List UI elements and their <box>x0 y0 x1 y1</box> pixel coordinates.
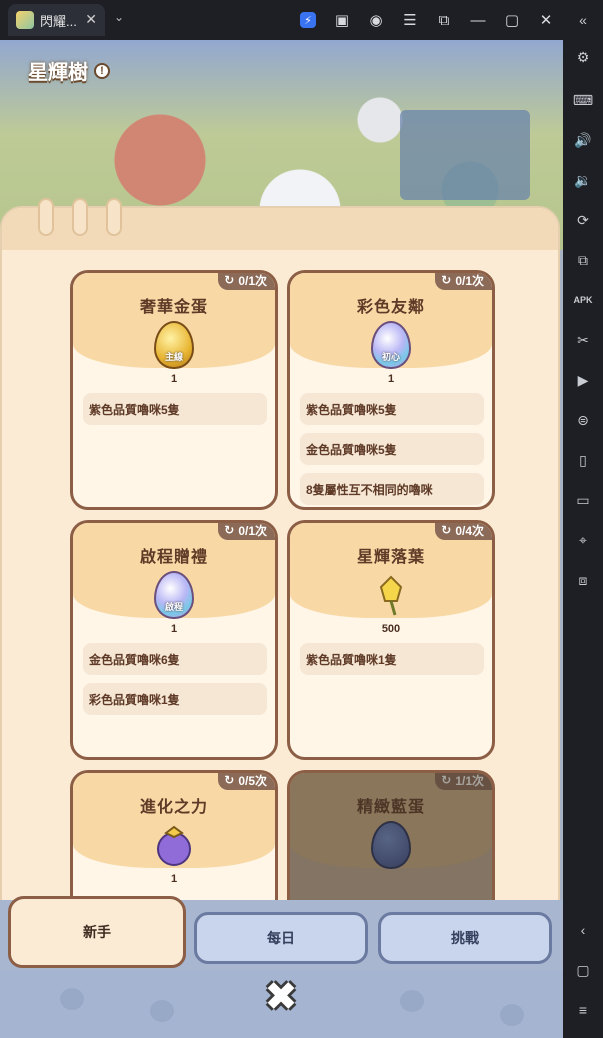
leaf-icon <box>371 571 411 619</box>
paw-print-decoration <box>150 1000 174 1022</box>
app-icon <box>16 11 34 29</box>
binder-ring <box>72 198 88 236</box>
rainbow-egg-icon: 啟程 <box>154 571 194 619</box>
account-icon[interactable]: ◉ <box>359 0 393 40</box>
count-badge: ↻ 0/1次 <box>218 523 275 540</box>
rotate-icon[interactable]: ⟳ <box>563 205 603 235</box>
collapse-icon[interactable]: « <box>563 5 603 35</box>
apk-icon[interactable]: APK <box>563 285 603 315</box>
volume-up-icon[interactable]: 🔊 <box>563 125 603 155</box>
store-icon[interactable]: ▣ <box>325 0 359 40</box>
paw-print-decoration <box>500 1004 524 1026</box>
count-badge: ↻ 0/4次 <box>435 523 492 540</box>
count-badge: ↻ 0/1次 <box>218 273 275 290</box>
scene-decoration <box>400 110 530 200</box>
close-icon[interactable]: ✕ <box>529 0 563 40</box>
shake-icon[interactable]: ▯ <box>563 445 603 475</box>
reward-quantity: 500 <box>381 623 401 635</box>
lightning-icon[interactable]: ⚡ <box>291 0 325 40</box>
app-tab[interactable]: 閃耀... ✕ <box>8 4 105 36</box>
screenshot-icon[interactable]: ⧈ <box>563 565 603 595</box>
card-title: 彩色友鄰 <box>356 299 425 316</box>
quest-card[interactable]: ↻ 0/1次 彩色友鄰 初心 1 紫色品質嚕咪5隻 金色品質嚕咪5隻 8隻屬性互不… <box>287 270 495 510</box>
card-title: 星輝落葉 <box>356 549 425 566</box>
reward-quantity: 1 <box>170 623 178 635</box>
chevron-down-icon[interactable]: ⌄ <box>114 10 124 24</box>
requirement-item: 紫色品質嚕咪1隻 <box>300 643 484 675</box>
paw-print-decoration <box>60 988 84 1010</box>
close-button[interactable]: ✖ <box>262 977 300 1017</box>
keyboard-icon[interactable]: ⌨ <box>563 85 603 115</box>
tab-close-icon[interactable]: ✕ <box>85 11 97 28</box>
count-badge: ↻ 0/1次 <box>435 273 492 290</box>
tab-daily[interactable]: 每日 <box>194 912 368 964</box>
reward-quantity: 1 <box>170 873 178 885</box>
card-title: 啟程贈禮 <box>139 549 208 566</box>
multi-instance-icon[interactable]: ⧉ <box>563 245 603 275</box>
requirement-item: 彩色品質嚕咪1隻 <box>83 683 267 715</box>
count-badge: ↻ 0/5次 <box>218 773 275 790</box>
home-icon[interactable]: ▢ <box>563 955 603 985</box>
reward-quantity: 1 <box>387 373 395 385</box>
card-title: 進化之力 <box>139 799 208 816</box>
page-title: 星輝樹 ! <box>28 56 110 85</box>
maximize-icon[interactable]: ▢ <box>495 0 529 40</box>
tab-newbie[interactable]: 新手 <box>8 896 186 968</box>
titlebar-controls: ⚡ ▣ ◉ ☰ ⧉ — ▢ ✕ <box>291 0 563 40</box>
emulator-sidebar: « ⚙ ⌨ 🔊 🔉 ⟳ ⧉ APK ✂ ▶ ⊜ ▯ ▭ ⌖ ⧈ ‹ ▢ ≡ <box>563 0 603 1038</box>
info-icon[interactable]: ! <box>94 62 110 79</box>
folder-icon[interactable]: ▭ <box>563 485 603 515</box>
quest-card[interactable]: ↻ 0/1次 奢華金蛋 主線 1 紫色品質嚕咪5隻 <box>70 270 278 510</box>
record-icon[interactable]: ▶ <box>563 365 603 395</box>
binder-rings <box>38 198 122 236</box>
screenshot-icon[interactable]: ⧉ <box>427 0 461 40</box>
quest-card[interactable]: ↻ 0/4次 星輝落葉 500 紫色品質嚕咪1隻 <box>287 520 495 760</box>
requirement-item: 紫色品質嚕咪5隻 <box>300 393 484 425</box>
rainbow-egg-icon: 初心 <box>371 321 411 369</box>
requirement-item: 8隻屬性互不相同的嚕咪 <box>300 473 484 505</box>
menu-icon[interactable]: ☰ <box>393 0 427 40</box>
paw-print-decoration <box>400 990 424 1012</box>
recent-icon[interactable]: ≡ <box>563 995 603 1025</box>
tab-challenge[interactable]: 挑戰 <box>378 912 552 964</box>
emulator-titlebar: 閃耀... ✕ ⌄ ⚡ ▣ ◉ ☰ ⧉ — ▢ ✕ <box>0 0 563 40</box>
requirement-item: 金色品質嚕咪5隻 <box>300 433 484 465</box>
card-title: 奢華金蛋 <box>139 299 208 316</box>
quest-panel: ↻ 0/1次 奢華金蛋 主線 1 紫色品質嚕咪5隻 ↻ 0/1次 彩色友鄰 初心 1… <box>0 198 560 1010</box>
binder-ring <box>106 198 122 236</box>
app-tab-label: 閃耀... <box>40 13 77 29</box>
game-viewport: 星輝樹 ! ↻ 0/1次 奢華金蛋 主線 1 紫色品質嚕咪5隻 ↻ 0/1次 彩色友… <box>0 40 563 1038</box>
golden-egg-icon: 主線 <box>154 321 194 369</box>
reward-quantity: 1 <box>170 373 178 385</box>
page-title-text: 星輝樹 <box>28 62 88 84</box>
minimize-icon[interactable]: — <box>461 0 495 40</box>
requirement-item: 紫色品質嚕咪5隻 <box>83 393 267 425</box>
binder-ring <box>38 198 54 236</box>
quest-card[interactable]: ↻ 0/1次 啟程贈禮 啟程 1 金色品質嚕咪6隻 彩色品質嚕咪1隻 <box>70 520 278 760</box>
location-icon[interactable]: ⌖ <box>563 525 603 555</box>
evolution-fruit-icon <box>154 821 194 869</box>
back-icon[interactable]: ‹ <box>563 915 603 945</box>
cut-icon[interactable]: ✂ <box>563 325 603 355</box>
volume-down-icon[interactable]: 🔉 <box>563 165 603 195</box>
requirement-item: 金色品質嚕咪6隻 <box>83 643 267 675</box>
settings-icon[interactable]: ⚙ <box>563 42 603 72</box>
macro-icon[interactable]: ⊜ <box>563 405 603 435</box>
